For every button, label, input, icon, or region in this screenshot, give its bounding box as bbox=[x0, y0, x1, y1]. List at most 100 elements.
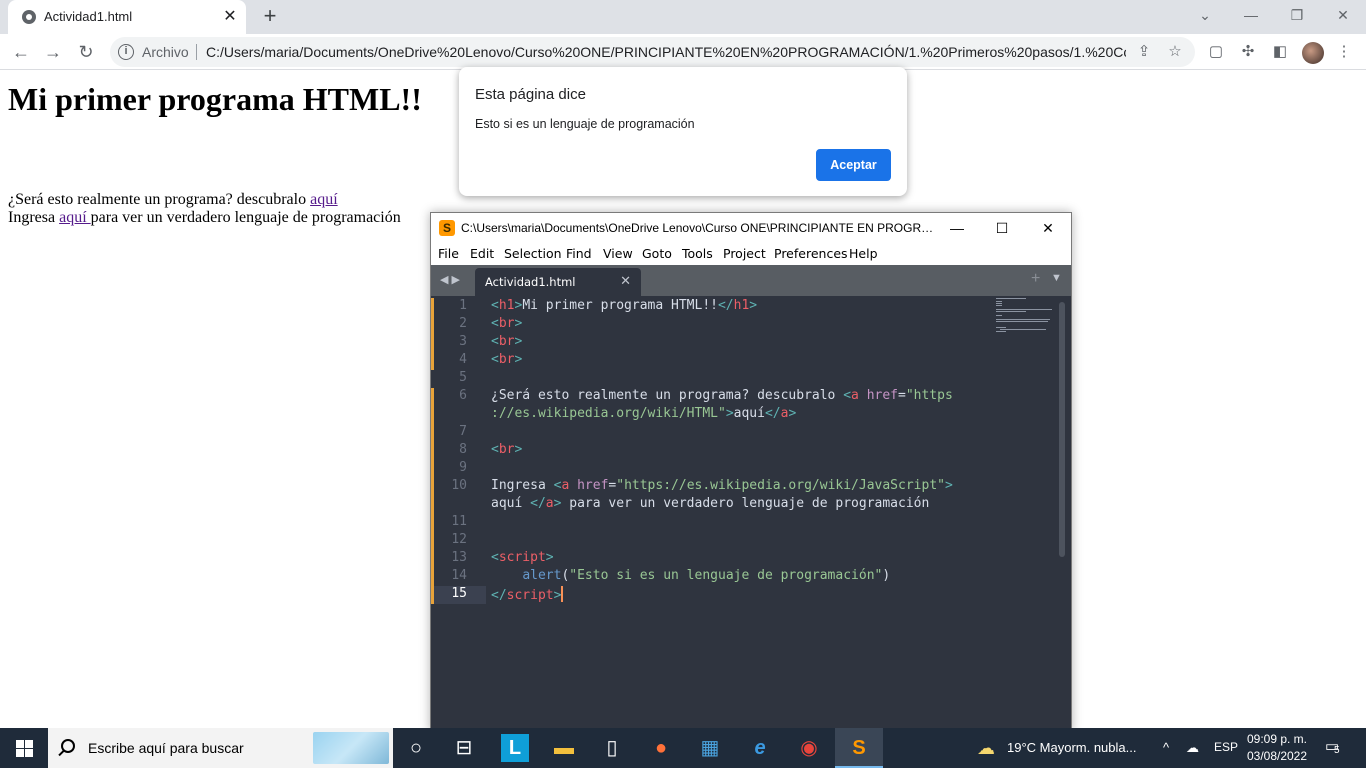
code-line-10-wrap: aquí </a> para ver un verdadero lenguaje… bbox=[491, 496, 930, 511]
globe-icon bbox=[22, 10, 36, 24]
sublime-close-button[interactable]: ✕ bbox=[1026, 217, 1070, 239]
code-line-10: Ingresa <a href="https://es.wikipedia.or… bbox=[491, 478, 953, 493]
sublime-new-tab-icon[interactable]: + bbox=[1031, 270, 1040, 288]
sublime-tabbar: ◀▶ Actividad1.html ✕ + ▼ bbox=[431, 265, 1071, 296]
new-tab-button[interactable]: + bbox=[258, 5, 282, 29]
taskbar-clock[interactable]: 09:09 p. m. 03/08/2022 bbox=[1240, 731, 1314, 765]
code-line-1: <h1>Mi primer programa HTML!!</h1> bbox=[491, 298, 758, 313]
firefox-icon[interactable]: ● bbox=[647, 734, 675, 762]
search-icon bbox=[61, 739, 75, 753]
menu-edit[interactable]: Edit bbox=[470, 246, 494, 261]
line2-text-before: Ingresa bbox=[8, 209, 60, 226]
menu-goto[interactable]: Goto bbox=[642, 246, 672, 261]
address-bar[interactable]: i Archivo C:/Users/maria/Documents/OneDr… bbox=[110, 37, 1195, 67]
cortana-icon[interactable]: ○ bbox=[402, 734, 430, 762]
code-line-14: alert("Esto si es un lenguaje de program… bbox=[522, 568, 891, 583]
line-number: 6 bbox=[459, 388, 467, 403]
onedrive-cloud-icon[interactable]: ☁ bbox=[1186, 740, 1199, 756]
menu-selection[interactable]: Selection bbox=[504, 246, 562, 261]
forward-icon[interactable]: → bbox=[40, 39, 66, 65]
code-line-3: <br> bbox=[491, 334, 523, 349]
tab-close-icon[interactable]: ✕ bbox=[220, 7, 240, 27]
alert-ok-button[interactable]: Aceptar bbox=[816, 149, 891, 181]
line-number: 14 bbox=[451, 568, 467, 583]
file-explorer-icon[interactable]: ▬ bbox=[550, 734, 578, 762]
menu-tools[interactable]: Tools bbox=[682, 246, 713, 261]
sublime-tab-list-icon[interactable]: ▼ bbox=[1051, 272, 1062, 284]
line-number: 1 bbox=[459, 298, 467, 313]
microsoft-store-icon[interactable]: ▦ bbox=[696, 734, 724, 762]
menu-file[interactable]: File bbox=[438, 246, 459, 261]
restore-button[interactable]: ❐ bbox=[1274, 0, 1320, 30]
code-line-15: </script> bbox=[491, 586, 564, 603]
show-hidden-icons-icon[interactable]: ^ bbox=[1163, 740, 1169, 755]
sublime-window-title: C:\Users\maria\Documents\OneDrive Lenovo… bbox=[461, 221, 941, 235]
line-number: 4 bbox=[459, 352, 467, 367]
browser-tab[interactable]: Actividad1.html ✕ bbox=[8, 0, 246, 34]
extensions-puzzle-icon[interactable]: ✣ bbox=[1238, 42, 1258, 62]
search-placeholder: Escribe aquí para buscar bbox=[88, 740, 244, 756]
side-panel-icon[interactable]: ◧ bbox=[1270, 42, 1290, 62]
editor-scrollbar[interactable] bbox=[1059, 302, 1065, 557]
tab-scroll-arrows-icon[interactable]: ◀▶ bbox=[440, 273, 463, 286]
reload-icon[interactable]: ↻ bbox=[73, 39, 99, 65]
menu-find[interactable]: Find bbox=[566, 246, 592, 261]
line2-text-after: para ver un verdadero lenguaje de progra… bbox=[90, 209, 401, 226]
page-heading: Mi primer programa HTML!! bbox=[8, 81, 422, 117]
url-text[interactable]: C:/Users/maria/Documents/OneDrive%20Leno… bbox=[206, 44, 1126, 60]
sublime-maximize-button[interactable]: ☐ bbox=[980, 217, 1024, 239]
windows-start-button[interactable] bbox=[0, 728, 48, 768]
internet-explorer-icon[interactable]: e bbox=[746, 734, 774, 762]
minimap[interactable] bbox=[996, 298, 1056, 338]
menu-project[interactable]: Project bbox=[723, 246, 766, 261]
menu-help[interactable]: Help bbox=[849, 246, 878, 261]
tab-search-icon[interactable]: ⌄ bbox=[1182, 0, 1228, 30]
line-number: 11 bbox=[451, 514, 467, 529]
alert-dialog: Esta página dice Esto si es un lenguaje … bbox=[459, 67, 907, 196]
wikipedia-html-link[interactable]: aquí bbox=[310, 191, 338, 208]
bookmark-star-icon[interactable]: ☆ bbox=[1166, 43, 1184, 61]
close-window-button[interactable]: ✕ bbox=[1320, 0, 1366, 30]
line-number: 13 bbox=[451, 550, 467, 565]
extension-page-icon[interactable]: ▢ bbox=[1206, 42, 1226, 62]
profile-avatar[interactable] bbox=[1302, 42, 1324, 64]
paragraph-line-2: Ingresa aquí para ver un verdadero lengu… bbox=[8, 209, 401, 227]
sublime-taskbar-button[interactable]: S bbox=[835, 728, 883, 768]
line-number: 2 bbox=[459, 316, 467, 331]
sublime-tab-close-icon[interactable]: ✕ bbox=[620, 273, 631, 289]
sublime-menubar: File Edit Selection Find View Goto Tools… bbox=[431, 243, 1071, 265]
menu-preferences[interactable]: Preferences bbox=[774, 246, 848, 261]
chrome-icon[interactable]: ◉ bbox=[795, 734, 823, 762]
sublime-logo-icon: S bbox=[439, 220, 455, 236]
weather-text[interactable]: 19°C Mayorm. nubla... bbox=[1007, 740, 1136, 755]
clock-date: 03/08/2022 bbox=[1246, 749, 1308, 763]
menu-kebab-icon[interactable]: ⋮ bbox=[1334, 42, 1354, 62]
menu-view[interactable]: View bbox=[603, 246, 633, 261]
task-view-icon[interactable]: ⊟ bbox=[450, 734, 478, 762]
minimize-button[interactable]: — bbox=[1228, 0, 1274, 30]
code-line-4: <br> bbox=[491, 352, 523, 367]
wikipedia-javascript-link[interactable]: aquí bbox=[59, 209, 91, 226]
tab-title: Actividad1.html bbox=[44, 9, 133, 24]
notepad-icon[interactable]: ▯ bbox=[598, 734, 626, 762]
weather-icon[interactable]: ☁ bbox=[972, 734, 1000, 762]
line-number: 12 bbox=[451, 532, 467, 547]
line1-text: ¿Será esto realmente un programa? descub… bbox=[8, 191, 311, 208]
browser-toolbar: ← → ↻ i Archivo C:/Users/maria/Documents… bbox=[0, 34, 1366, 70]
code-line-8: <br> bbox=[491, 442, 523, 457]
sublime-tab-name: Actividad1.html bbox=[485, 275, 576, 289]
sublime-titlebar: S C:\Users\maria\Documents\OneDrive Leno… bbox=[431, 213, 1071, 243]
alert-heading: Esta página dice bbox=[475, 86, 586, 103]
sublime-taskbar-icon: S bbox=[852, 737, 866, 759]
line-number: 9 bbox=[459, 460, 467, 475]
windows-taskbar: Escribe aquí para buscar ○ ⊟ L ▬ ▯ ● ▦ e… bbox=[0, 728, 1366, 768]
taskbar-search-box[interactable]: Escribe aquí para buscar bbox=[48, 728, 393, 768]
sublime-minimize-button[interactable]: — bbox=[935, 217, 979, 239]
info-icon[interactable]: i bbox=[118, 44, 134, 60]
language-indicator[interactable]: ESP bbox=[1214, 740, 1238, 754]
sublime-file-tab[interactable]: Actividad1.html ✕ bbox=[475, 268, 641, 296]
back-icon[interactable]: ← bbox=[8, 39, 34, 65]
share-icon[interactable]: ⇪ bbox=[1135, 43, 1153, 61]
app-l-icon[interactable]: L bbox=[501, 734, 529, 762]
code-editor[interactable]: 1 2 3 4 5 6 7 8 9 10 11 12 13 14 15 <h1>Mi primer prog… bbox=[431, 296, 1071, 731]
